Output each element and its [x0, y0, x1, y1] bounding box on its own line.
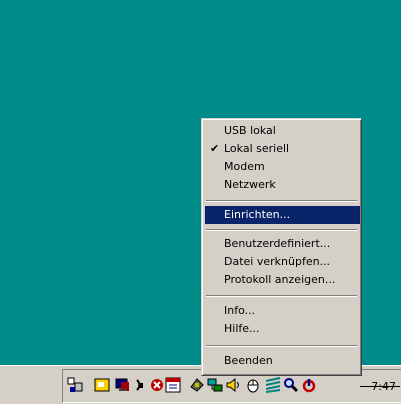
network-icon[interactable] [207, 377, 223, 393]
context-menu: USB lokal ✔ Lokal seriell Modem Netzwerk … [201, 118, 362, 376]
menu-item-netzwerk[interactable]: Netzwerk [205, 176, 360, 194]
menu-separator [206, 200, 357, 202]
network-wizard-icon[interactable] [67, 377, 83, 393]
menu-item-label: Protokoll anzeigen... [224, 273, 336, 286]
menu-item-usb-lokal[interactable]: USB lokal [205, 122, 360, 140]
stripes-icon[interactable] [265, 377, 281, 393]
mouse-icon[interactable] [245, 377, 261, 393]
menu-item-beenden[interactable]: Beenden [205, 352, 360, 370]
menu-item-lokal-seriell[interactable]: ✔ Lokal seriell [205, 140, 360, 158]
menu-item-label: Modem [224, 160, 265, 173]
checkmark-icon: ✔ [210, 142, 220, 155]
menu-item-protokoll-anzeigen[interactable]: Protokoll anzeigen... [205, 271, 360, 289]
menu-item-datei-verknuepfen[interactable]: Datei verknüpfen... [205, 253, 360, 271]
menu-separator [206, 295, 357, 297]
menu-item-label: Beenden [224, 354, 273, 367]
menu-item-label: Info... [224, 304, 256, 317]
monitor-icon[interactable] [115, 377, 131, 393]
phone-icon[interactable] [189, 377, 205, 393]
calendar-icon[interactable] [165, 377, 181, 393]
menu-item-label: USB lokal [224, 124, 276, 137]
speaker-icon[interactable] [225, 377, 241, 393]
menu-item-label: Benutzerdefiniert... [224, 237, 331, 250]
clock-strike-line [360, 386, 400, 387]
menu-item-label: Hilfe... [224, 322, 260, 335]
close-red-icon[interactable] [149, 377, 165, 393]
antenna-icon[interactable] [134, 377, 150, 393]
magnifier-icon[interactable] [283, 377, 299, 393]
menu-separator [206, 229, 357, 231]
menu-item-benutzerdefiniert[interactable]: Benutzerdefiniert... [205, 235, 360, 253]
menu-item-label: Datei verknüpfen... [224, 255, 331, 268]
power-icon[interactable] [301, 377, 317, 393]
menu-item-label: Einrichten... [224, 208, 291, 221]
menu-item-label: Netzwerk [224, 178, 276, 191]
menu-item-einrichten[interactable]: Einrichten... [205, 206, 360, 224]
menu-item-modem[interactable]: Modem [205, 158, 360, 176]
menu-item-label: Lokal seriell [224, 142, 290, 155]
sticky-note-icon[interactable] [94, 377, 110, 393]
menu-separator [206, 345, 357, 347]
menu-item-hilfe[interactable]: Hilfe... [205, 320, 360, 338]
menu-item-info[interactable]: Info... [205, 302, 360, 320]
